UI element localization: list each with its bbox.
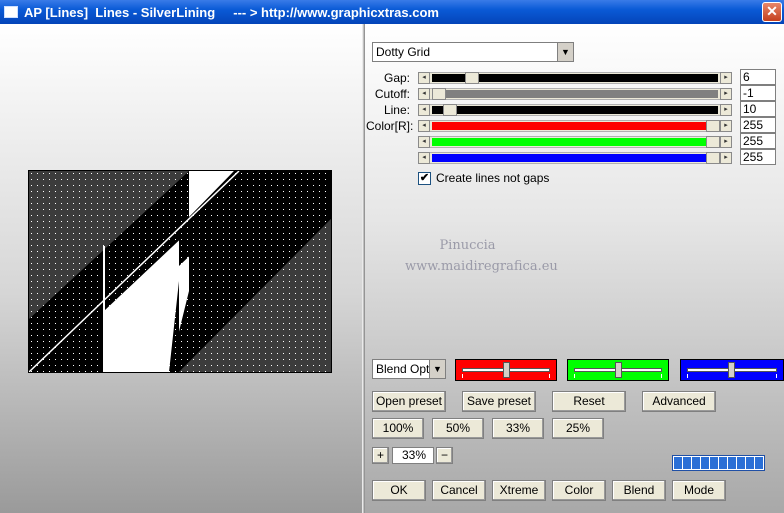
slider-track[interactable]: ◂ ▸ <box>418 88 732 100</box>
slider-value-input[interactable]: 255 <box>740 133 776 149</box>
zoom-50-button[interactable]: 50% <box>432 418 484 439</box>
zoom-33-button[interactable]: 33% <box>492 418 544 439</box>
slider-fill <box>432 138 718 146</box>
color-button[interactable]: Color <box>552 480 606 501</box>
preview-pane <box>0 24 362 513</box>
create-lines-checkbox[interactable]: ✔ <box>418 171 431 185</box>
mode-button[interactable]: Mode <box>672 480 726 501</box>
progress-segment <box>719 457 727 469</box>
blend-button[interactable]: Blend <box>612 480 666 501</box>
slider-label: Gap: <box>383 71 410 85</box>
arrow-right-icon[interactable]: ▸ <box>720 120 732 132</box>
progress-segment <box>710 457 718 469</box>
progress-segment <box>746 457 754 469</box>
slider-fill <box>432 154 718 162</box>
color-balance-slider[interactable] <box>680 359 784 381</box>
preview-canvas <box>28 170 331 373</box>
watermark: Pinuccia www.maidiregrafica.eu <box>405 238 558 274</box>
slider-thumb[interactable] <box>464 72 479 84</box>
close-button[interactable]: ✕ <box>762 2 782 22</box>
slider-label: Color[R]: <box>366 119 414 133</box>
slider-value-input[interactable]: 6 <box>740 69 776 85</box>
ok-button[interactable]: OK <box>372 480 426 501</box>
progress-segment <box>737 457 745 469</box>
arrow-right-icon[interactable]: ▸ <box>720 72 732 84</box>
open-preset-button[interactable]: Open preset <box>372 391 446 412</box>
slider-fill <box>432 90 718 98</box>
reset-button[interactable]: Reset <box>552 391 626 412</box>
arrow-right-icon[interactable]: ▸ <box>720 152 732 164</box>
slider-thumb[interactable] <box>706 152 720 164</box>
progress-bar <box>672 455 765 471</box>
cancel-button[interactable]: Cancel <box>432 480 486 501</box>
pattern-select[interactable]: Dotty Grid ▼ <box>372 42 574 62</box>
xtreme-button[interactable]: Xtreme <box>492 480 546 501</box>
color-balance-knob[interactable] <box>503 362 510 378</box>
create-lines-label: Create lines not gaps <box>436 171 550 185</box>
arrow-left-icon[interactable]: ◂ <box>418 88 430 100</box>
app-icon <box>4 6 18 18</box>
zoom-value: 33% <box>392 447 434 464</box>
zoom-out-button[interactable]: − <box>436 447 453 464</box>
arrow-left-icon[interactable]: ◂ <box>418 152 430 164</box>
slider-thumb[interactable] <box>442 104 457 116</box>
slider-label: Cutoff: <box>374 87 410 101</box>
slider-label: Line: <box>383 103 410 117</box>
save-preset-button[interactable]: Save preset <box>462 391 536 412</box>
progress-segment <box>683 457 691 469</box>
zoom-in-button[interactable]: + <box>372 447 389 464</box>
arrow-left-icon[interactable]: ◂ <box>418 120 430 132</box>
arrow-left-icon[interactable]: ◂ <box>418 136 430 148</box>
slider-fill <box>432 122 718 130</box>
slider-track[interactable]: ◂ ▸ <box>418 120 732 132</box>
progress-segment <box>728 457 736 469</box>
slider-track[interactable]: ◂ ▸ <box>418 72 732 84</box>
progress-segment <box>674 457 682 469</box>
preview-image <box>28 170 332 373</box>
arrow-right-icon[interactable]: ▸ <box>720 104 732 116</box>
slider-thumb[interactable] <box>706 120 720 132</box>
blend-options-select[interactable]: Blend Optio ▼ <box>372 359 446 379</box>
chevron-down-icon[interactable]: ▼ <box>429 360 445 378</box>
slider-value-input[interactable]: 255 <box>740 117 776 133</box>
slider-value-input[interactable]: 10 <box>740 101 776 117</box>
advanced-button[interactable]: Advanced <box>642 391 716 412</box>
slider-thumb[interactable] <box>432 88 446 100</box>
color-balance-knob[interactable] <box>615 362 622 378</box>
progress-segment <box>692 457 700 469</box>
progress-segment <box>701 457 709 469</box>
pattern-select-value: Dotty Grid <box>376 45 431 59</box>
slider-thumb[interactable] <box>706 136 720 148</box>
watermark-line1: Pinuccia <box>439 238 496 253</box>
arrow-left-icon[interactable]: ◂ <box>418 72 430 84</box>
chevron-down-icon[interactable]: ▼ <box>557 43 573 61</box>
slider-fill <box>432 106 718 114</box>
slider-track[interactable]: ◂ ▸ <box>418 136 732 148</box>
color-balance-slider[interactable] <box>455 359 557 381</box>
color-balance-slider[interactable] <box>567 359 669 381</box>
slider-track[interactable]: ◂ ▸ <box>418 104 732 116</box>
arrow-right-icon[interactable]: ▸ <box>720 136 732 148</box>
zoom-100-button[interactable]: 100% <box>372 418 424 439</box>
slider-value-input[interactable]: -1 <box>740 85 776 101</box>
zoom-25-button[interactable]: 25% <box>552 418 604 439</box>
slider-track[interactable]: ◂ ▸ <box>418 152 732 164</box>
create-lines-option[interactable]: ✔ Create lines not gaps <box>418 171 549 185</box>
window-title: AP [Lines] Lines - SilverLining --- > ht… <box>24 4 439 20</box>
arrow-left-icon[interactable]: ◂ <box>418 104 430 116</box>
slider-value-input[interactable]: 255 <box>740 149 776 165</box>
color-balance-knob[interactable] <box>728 362 735 378</box>
arrow-right-icon[interactable]: ▸ <box>720 88 732 100</box>
watermark-line2: www.maidiregrafica.eu <box>405 259 558 274</box>
title-bar: AP [Lines] Lines - SilverLining --- > ht… <box>0 0 784 24</box>
progress-segment <box>755 457 763 469</box>
